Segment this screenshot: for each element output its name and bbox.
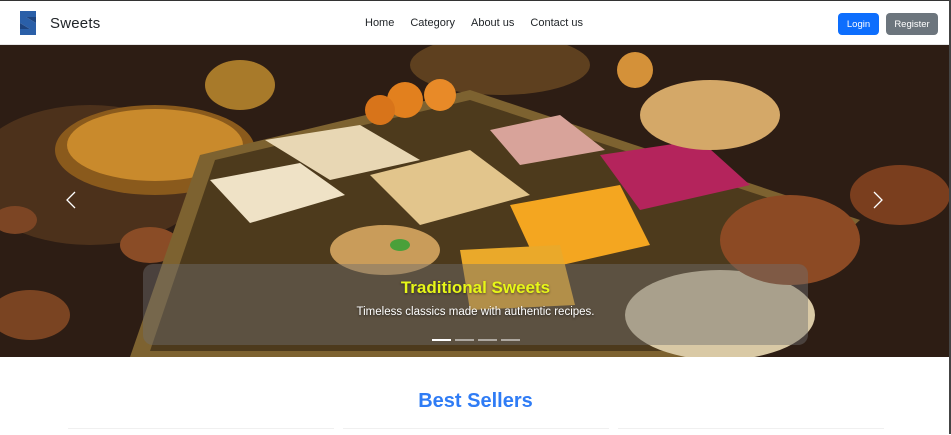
nav-link-contact[interactable]: Contact us — [530, 17, 583, 29]
brand[interactable]: Sweets — [18, 11, 100, 35]
brand-name: Sweets — [50, 14, 101, 32]
nav-link-home[interactable]: Home — [365, 17, 394, 29]
carousel-caption-title: Traditional Sweets — [400, 278, 551, 297]
navbar: Sweets Home Category About us Contact us… — [0, 0, 951, 45]
register-button[interactable]: Register — [886, 13, 938, 35]
login-button[interactable]: Login — [838, 13, 879, 35]
carousel-prev-button[interactable] — [62, 190, 80, 210]
carousel-indicators — [432, 339, 520, 341]
carousel-caption-box — [143, 264, 808, 345]
nav-links: Home Category About us Contact us — [365, 17, 583, 29]
chevron-right-icon — [873, 191, 883, 209]
chevron-left-icon — [66, 191, 76, 209]
carousel-indicator-2[interactable] — [455, 339, 474, 341]
carousel-next-button[interactable] — [869, 190, 887, 210]
hero-carousel: Traditional Sweets Timeless classics mad… — [0, 45, 951, 357]
carousel-indicator-3[interactable] — [478, 339, 497, 341]
carousel-indicator-4[interactable] — [501, 339, 520, 341]
nav-link-about[interactable]: About us — [471, 17, 514, 29]
carousel-indicator-1[interactable] — [432, 339, 451, 341]
nav-link-category[interactable]: Category — [410, 17, 455, 29]
section-title-best-sellers: Best Sellers — [418, 390, 533, 412]
brand-logo-icon — [20, 11, 36, 35]
carousel-caption-text: Timeless classics made with authentic re… — [356, 306, 595, 318]
